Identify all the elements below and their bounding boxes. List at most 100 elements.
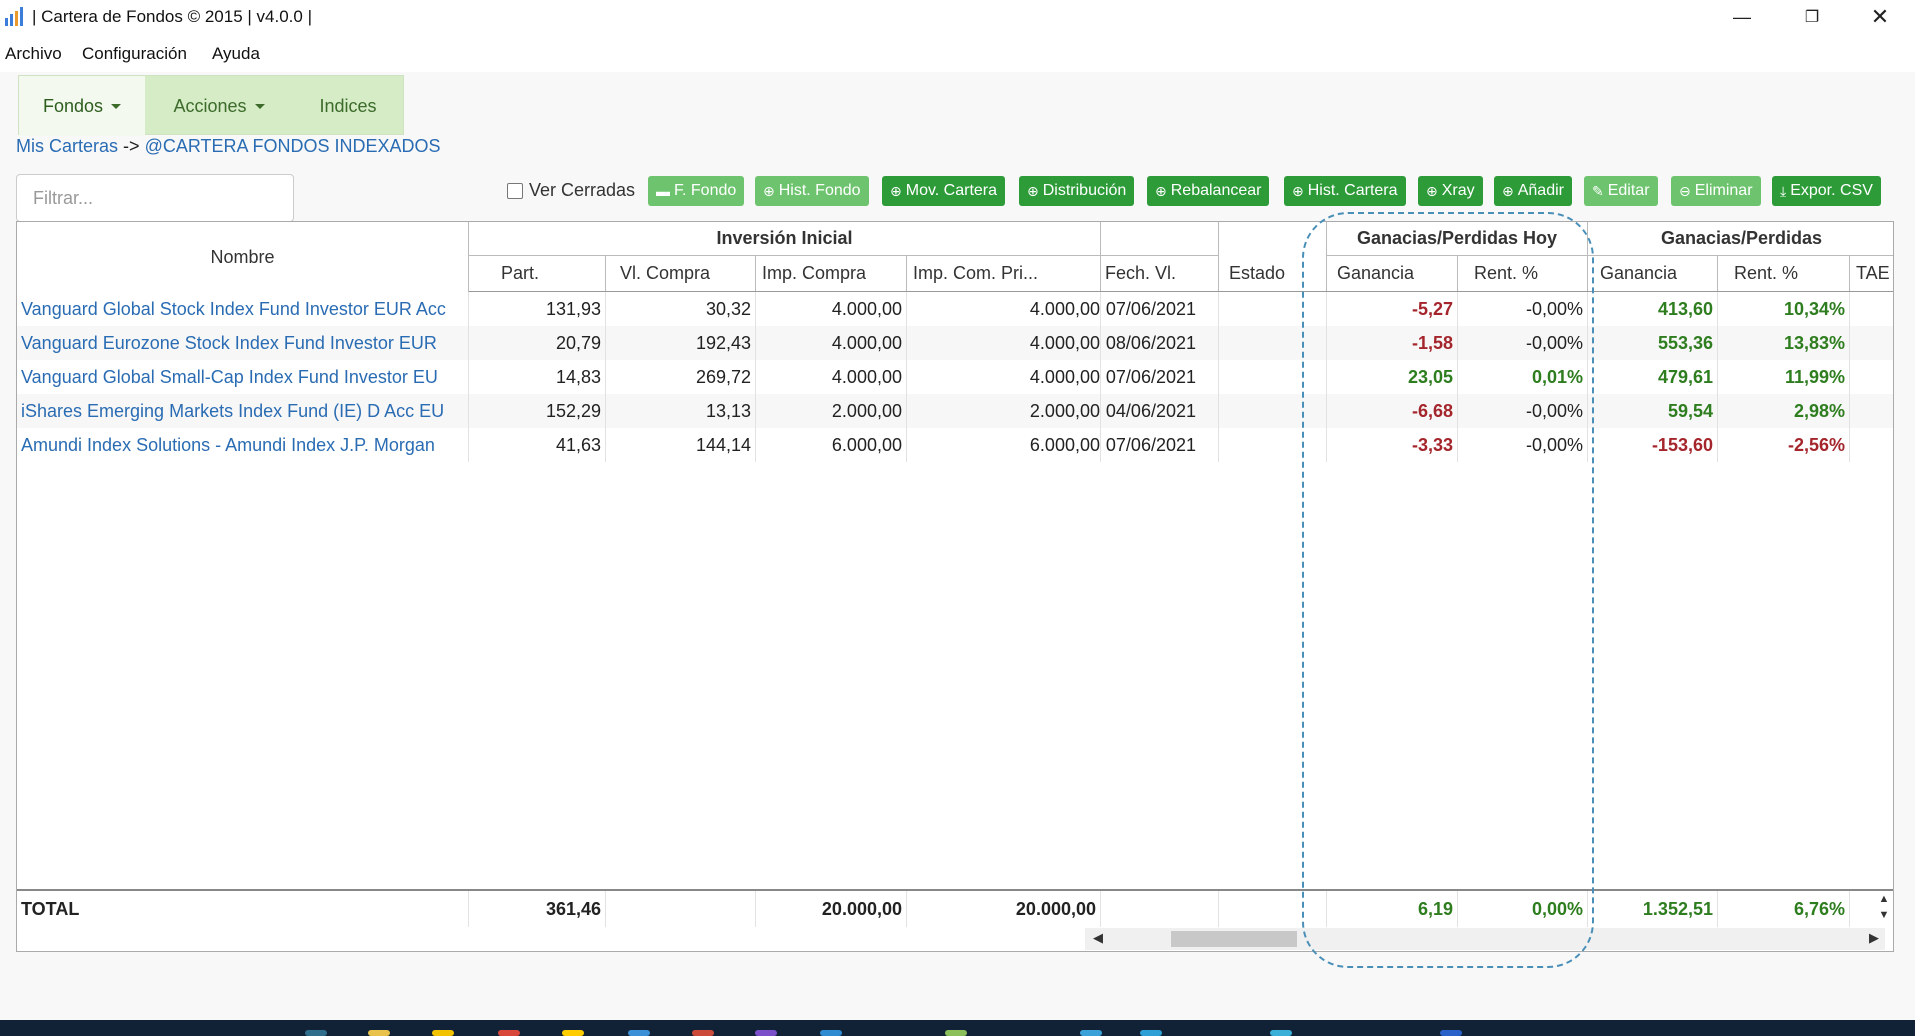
fondo-button[interactable]: ▬ F. Fondo xyxy=(648,176,745,206)
breadcrumb: Mis Carteras -> @CARTERA FONDOS INDEXADO… xyxy=(16,136,441,157)
tab-fondos-label: Fondos xyxy=(42,95,104,116)
taskbar-app-icon[interactable] xyxy=(1080,1030,1102,1036)
cell-nombre[interactable]: Amundi Index Solutions - Amundi Index J.… xyxy=(17,428,469,462)
cell-part: 41,63 xyxy=(469,428,606,462)
checkbox[interactable] xyxy=(507,182,523,199)
scroll-right-icon[interactable]: ▶ xyxy=(1869,930,1879,946)
xray-button[interactable]: ⊕ Xray xyxy=(1418,176,1483,206)
breadcrumb-root[interactable]: Mis Carteras xyxy=(16,136,118,156)
scrollbar-thumb[interactable] xyxy=(1171,931,1297,947)
menu-configuracion[interactable]: Configuración xyxy=(82,44,187,64)
taskbar-app-icon[interactable] xyxy=(432,1030,454,1036)
taskbar-app-icon[interactable] xyxy=(498,1030,520,1036)
rebalancear-button[interactable]: ⊕ Rebalancear xyxy=(1147,176,1270,206)
table-row[interactable]: Vanguard Global Small-Cap Index Fund Inv… xyxy=(17,360,1893,394)
cell-imp-com-pri: 4.000,00 xyxy=(907,292,1101,326)
col-header-vl-compra[interactable]: Vl. Compra xyxy=(606,256,756,291)
cell-imp-compra: 4.000,00 xyxy=(756,292,907,326)
col-header-fech-vl[interactable]: Fech. Vl. xyxy=(1101,256,1219,291)
cell-ganancia: 59,54 xyxy=(1588,394,1718,428)
col-header-nombre[interactable]: Nombre xyxy=(17,222,469,292)
cell-imp-compra: 2.000,00 xyxy=(756,394,907,428)
arrow-down-icon[interactable]: ▼ xyxy=(1874,907,1893,923)
zoom-icon: ⊕ xyxy=(890,182,902,199)
cell-ganancia: 479,61 xyxy=(1588,360,1718,394)
table-row[interactable]: iShares Emerging Markets Index Fund (IE)… xyxy=(17,394,1893,428)
cell-rent: 11,99% xyxy=(1718,360,1850,394)
total-scroll-spinner[interactable]: ▲ ▼ xyxy=(1874,891,1893,927)
taskbar-app-icon[interactable] xyxy=(1140,1030,1162,1036)
mov-cartera-button[interactable]: ⊕ Mov. Cartera xyxy=(882,176,1006,206)
table-row[interactable]: Amundi Index Solutions - Amundi Index J.… xyxy=(17,428,1893,462)
col-header-imp-com-pri[interactable]: Imp. Com. Pri... xyxy=(907,256,1101,291)
menu-archivo[interactable]: Archivo xyxy=(5,44,62,64)
taskbar-app-icon[interactable] xyxy=(562,1030,584,1036)
tab-indices[interactable]: Indices xyxy=(293,76,403,136)
col-header-part[interactable]: Part. xyxy=(469,256,606,291)
taskbar-app-icon[interactable] xyxy=(945,1030,967,1036)
cell-rent: 13,83% xyxy=(1718,326,1850,360)
hist-cartera-button[interactable]: ⊕ Hist. Cartera xyxy=(1284,176,1406,206)
zoom-icon: ⊕ xyxy=(1292,182,1304,199)
cell-nombre[interactable]: iShares Emerging Markets Index Fund (IE)… xyxy=(17,394,469,428)
portfolio-table: Inversión Inicial Ganacias/Perdidas Hoy … xyxy=(16,221,1894,952)
taskbar-app-icon[interactable] xyxy=(368,1030,390,1036)
col-header-imp-compra[interactable]: Imp. Compra xyxy=(756,256,907,291)
tab-acciones[interactable]: Acciones xyxy=(145,76,293,136)
hist-fondo-button-label: Hist. Fondo xyxy=(778,182,861,199)
col-header-ganancia[interactable]: Ganancia xyxy=(1588,256,1718,291)
taskbar-app-icon[interactable] xyxy=(1440,1030,1462,1036)
breadcrumb-separator: -> xyxy=(123,136,140,156)
chevron-down-icon xyxy=(111,103,122,109)
col-header-tae[interactable]: TAE xyxy=(1850,256,1893,291)
menu-ayuda[interactable]: Ayuda xyxy=(212,44,260,64)
breadcrumb-current[interactable]: @CARTERA FONDOS INDEXADOS xyxy=(145,136,441,156)
cell-nombre[interactable]: Vanguard Global Small-Cap Index Fund Inv… xyxy=(17,360,469,394)
total-row: TOTAL 361,46 20.000,00 20.000,00 6,19 0,… xyxy=(17,889,1893,927)
export-csv-button[interactable]: ⤓ Expor. CSV xyxy=(1772,176,1881,206)
taskbar-app-icon[interactable] xyxy=(305,1030,327,1036)
scroll-left-icon[interactable]: ◀ xyxy=(1093,930,1103,946)
cell-nombre[interactable]: Vanguard Global Stock Index Fund Investo… xyxy=(17,292,469,326)
xray-button-label: Xray xyxy=(1441,182,1475,199)
taskbar-app-icon[interactable] xyxy=(692,1030,714,1036)
table-row[interactable]: Vanguard Global Stock Index Fund Investo… xyxy=(17,292,1893,326)
show-closed-toggle[interactable]: Ver Cerradas xyxy=(507,180,635,201)
arrow-up-icon[interactable]: ▲ xyxy=(1874,891,1893,907)
hist-fondo-button[interactable]: ⊕ Hist. Fondo xyxy=(755,176,869,206)
distribucion-button[interactable]: ⊕ Distribución xyxy=(1019,176,1135,206)
cell-imp-com-pri: 6.000,00 xyxy=(907,428,1101,462)
cell-vl-compra: 144,14 xyxy=(606,428,756,462)
cell-nombre[interactable]: Vanguard Eurozone Stock Index Fund Inves… xyxy=(17,326,469,360)
cell-tae xyxy=(1850,428,1893,462)
col-header-rent[interactable]: Rent. % xyxy=(1718,256,1850,291)
close-button[interactable]: ✕ xyxy=(1850,0,1910,34)
window-title: | Cartera de Fondos © 2015 | v4.0.0 | xyxy=(32,7,312,26)
cell-tae xyxy=(1850,394,1893,428)
eliminar-button[interactable]: ⊖ Eliminar xyxy=(1671,176,1761,206)
maximize-button[interactable]: ❐ xyxy=(1782,0,1842,34)
minimize-button[interactable]: — xyxy=(1712,0,1772,34)
anadir-button-label: Añadir xyxy=(1517,182,1564,199)
title-bar: | Cartera de Fondos © 2015 | v4.0.0 | — … xyxy=(0,0,1915,34)
taskbar-app-icon[interactable] xyxy=(820,1030,842,1036)
plus-circle-icon: ⊕ xyxy=(1502,182,1514,199)
table-row[interactable]: Vanguard Eurozone Stock Index Fund Inves… xyxy=(17,326,1893,360)
cell-imp-compra: 4.000,00 xyxy=(756,360,907,394)
total-ganancia: 1.352,51 xyxy=(1588,891,1718,927)
taskbar-app-icon[interactable] xyxy=(1270,1030,1292,1036)
cell-fech-vl: 04/06/2021 xyxy=(1101,394,1219,428)
cell-vl-compra: 269,72 xyxy=(606,360,756,394)
editar-button[interactable]: ✎ Editar xyxy=(1584,176,1658,206)
taskbar-app-icon[interactable] xyxy=(755,1030,777,1036)
eliminar-button-label: Eliminar xyxy=(1694,182,1753,199)
tab-fondos[interactable]: Fondos xyxy=(19,76,145,136)
taskbar-app-icon[interactable] xyxy=(628,1030,650,1036)
cell-imp-com-pri: 4.000,00 xyxy=(907,326,1101,360)
minus-circle-icon: ⊖ xyxy=(1679,182,1691,199)
anadir-button[interactable]: ⊕ Añadir xyxy=(1494,176,1572,206)
total-imp-com-pri: 20.000,00 xyxy=(907,891,1101,927)
filter-input[interactable] xyxy=(16,174,294,222)
chevron-down-icon xyxy=(254,103,265,109)
zoom-icon: ⊕ xyxy=(1426,182,1438,199)
